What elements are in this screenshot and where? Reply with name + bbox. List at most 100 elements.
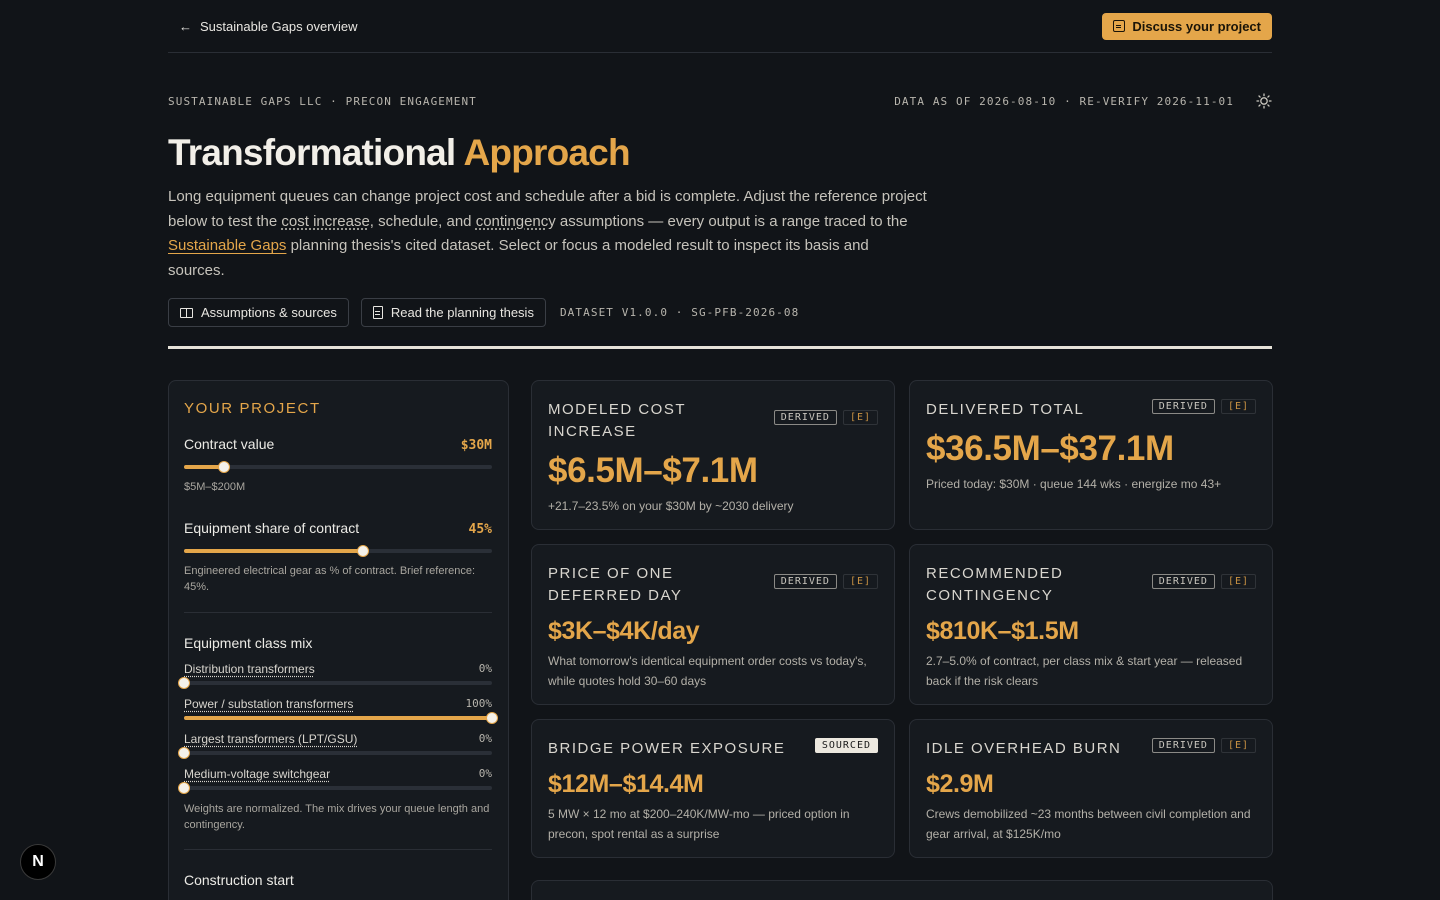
derived-tag: DERIVED [1151, 738, 1215, 753]
meta-row: SUSTAINABLE GAPS LLC · PRECON ENGAGEMENT… [168, 92, 1272, 110]
card-value: $36.5M–$37.1M [926, 429, 1174, 468]
contract-value-slider[interactable] [184, 461, 492, 473]
equipment-mix-title: Equipment class mix [184, 635, 313, 651]
divider [184, 612, 492, 613]
card-note: 5 MW × 12 mo at $200–240K/MW-mo — priced… [548, 807, 850, 841]
calendar-icon [1113, 20, 1126, 32]
equipment-share-label: Equipment share of contract [184, 520, 360, 536]
card-value: $810K–$1.5M [926, 617, 1079, 645]
card-title: DELIVERED TOTAL [926, 401, 1085, 418]
card-note: Crews demobilized ~23 months between civ… [926, 807, 1251, 841]
sourced-tag: SOURCED [814, 738, 878, 753]
dev-badge[interactable]: N [20, 844, 56, 880]
project-panel: YOUR PROJECT Contract value $30M $5M–$20… [168, 380, 509, 900]
card-note: +21.7–23.5% on your $30M by ~2030 delive… [548, 499, 794, 513]
card-value: $2.9M [926, 770, 994, 798]
card-title: IDLE OVERHEAD BURN [926, 740, 1122, 757]
slider-fill [184, 549, 363, 553]
assumptions-sources-label: Assumptions & sources [201, 305, 337, 320]
equipment-share-slider[interactable] [184, 545, 492, 557]
contingency-term[interactable]: contingency [476, 213, 556, 230]
slider-thumb[interactable] [178, 782, 190, 794]
page-title: Transformational Approach [168, 132, 631, 174]
modeled-cost-card[interactable]: MODELED COST INCREASE DERIVED [E] $6.5M–… [531, 380, 895, 530]
estimate-tag: [E] [1220, 574, 1256, 589]
mix-item-pct: 100% [465, 697, 493, 710]
card-value: $6.5M–$7.1M [548, 451, 758, 490]
mix-item-pct: 0% [478, 662, 492, 675]
title-main: Transformational [168, 132, 456, 173]
company-engagement: SUSTAINABLE GAPS LLC · PRECON ENGAGEMENT [168, 94, 477, 108]
title-accent: Approach [463, 132, 630, 173]
card-title: MODELED COST INCREASE [548, 401, 686, 440]
planning-thesis-label: Read the planning thesis [390, 305, 534, 320]
estimate-tag: [E] [842, 574, 878, 589]
back-link[interactable]: ← Sustainable Gaps overview [168, 19, 358, 34]
derived-tag: DERIVED [1151, 399, 1215, 414]
bridge-power-card[interactable]: BRIDGE POWER EXPOSURE SOURCED $12M–$14.4… [531, 719, 895, 858]
mix-item-name[interactable]: Medium-voltage switchgear [184, 767, 330, 781]
document-icon [372, 306, 383, 319]
mix-item-slider[interactable] [178, 677, 492, 689]
equipment-share-hint: Engineered electrical gear as % of contr… [184, 565, 476, 593]
assumptions-sources-button[interactable]: Assumptions & sources [168, 298, 349, 327]
mix-item-name[interactable]: Distribution transformers [184, 662, 315, 676]
theme-toggle-sun-icon[interactable] [1256, 93, 1272, 109]
mix-item: Medium-voltage switchgear 0% [178, 767, 492, 794]
contract-value-label: Contract value [184, 436, 275, 452]
slider-thumb[interactable] [178, 677, 190, 689]
discuss-project-label: Discuss your project [1132, 18, 1261, 34]
mix-item-slider[interactable] [178, 782, 492, 794]
data-dates: DATA AS OF 2026-08-10 · RE-VERIFY 2026-1… [894, 94, 1234, 108]
planning-thesis-button[interactable]: Read the planning thesis [360, 298, 546, 327]
book-icon [180, 307, 193, 318]
dataset-version: DATASET V1.0.0 · SG-PFB-2026-08 [559, 306, 800, 319]
deferred-day-card[interactable]: PRICE OF ONE DEFERRED DAY DERIVED [E] $3… [531, 544, 895, 705]
slider-thumb[interactable] [178, 747, 190, 759]
mix-item: Largest transformers (LPT/GSU) 0% [178, 732, 492, 759]
card-note: Priced today: $30M · queue 144 wks · ene… [926, 477, 1222, 491]
card-title: BRIDGE POWER EXPOSURE [548, 740, 786, 757]
mix-item-pct: 0% [478, 767, 492, 780]
mix-item-pct: 0% [478, 732, 492, 745]
section-divider [168, 346, 1272, 349]
equipment-mix-list: Distribution transformers 0% Power / subst… [178, 662, 498, 794]
sustainable-gaps-link[interactable]: Sustainable Gaps [168, 237, 286, 254]
divider [184, 849, 492, 850]
discuss-project-button[interactable]: Discuss your project [1102, 12, 1272, 40]
slider-thumb[interactable] [486, 712, 498, 724]
intro-paragraph: Long equipment queues can change project… [168, 185, 928, 283]
estimate-tag: [E] [1220, 738, 1256, 753]
card-note: 2.7–5.0% of contract, per class mix & st… [926, 654, 1243, 688]
mix-item: Distribution transformers 0% [178, 662, 492, 689]
slider-fill [184, 716, 492, 720]
derived-tag: DERIVED [1151, 574, 1215, 589]
derived-tag: DERIVED [773, 574, 837, 589]
card-value: $12M–$14.4M [548, 770, 704, 798]
estimate-tag: [E] [1220, 399, 1256, 414]
intro-text-3: assumptions — every output is a range tr… [555, 212, 908, 230]
back-link-label: Sustainable Gaps overview [200, 18, 358, 34]
mix-hint: Weights are normalized. The mix drives y… [184, 803, 490, 831]
contingency-card[interactable]: RECOMMENDED CONTINGENCY DERIVED [E] $810… [909, 544, 1273, 705]
slider-thumb[interactable] [356, 545, 369, 557]
idle-overhead-card[interactable]: IDLE OVERHEAD BURN DERIVED [E] $2.9M Cre… [909, 719, 1273, 858]
mix-item-slider[interactable] [184, 712, 498, 724]
card-value: $3K–$4K/day [548, 617, 700, 645]
mix-item-name[interactable]: Largest transformers (LPT/GSU) [184, 732, 357, 746]
card-note: What tomorrow's identical equipment orde… [548, 654, 867, 688]
contract-range: $5M–$200M [184, 481, 246, 493]
estimate-tag: [E] [842, 410, 878, 425]
intro-text-2: , schedule, and [369, 212, 476, 230]
card-title: RECOMMENDED CONTINGENCY [926, 565, 1064, 604]
contract-value: $30M [460, 438, 492, 453]
equipment-share-value: 45% [468, 522, 492, 537]
mix-item-name[interactable]: Power / substation transformers [184, 697, 353, 711]
mix-item-slider[interactable] [178, 747, 492, 759]
slider-thumb[interactable] [218, 461, 231, 473]
construction-start-label: Construction start [184, 872, 294, 888]
card-title: PRICE OF ONE DEFERRED DAY [548, 565, 683, 604]
cost-increase-term[interactable]: cost increase [281, 213, 369, 230]
delivered-total-card[interactable]: DELIVERED TOTAL DERIVED [E] $36.5M–$37.1… [909, 380, 1273, 530]
panel-title: YOUR PROJECT [184, 400, 321, 417]
